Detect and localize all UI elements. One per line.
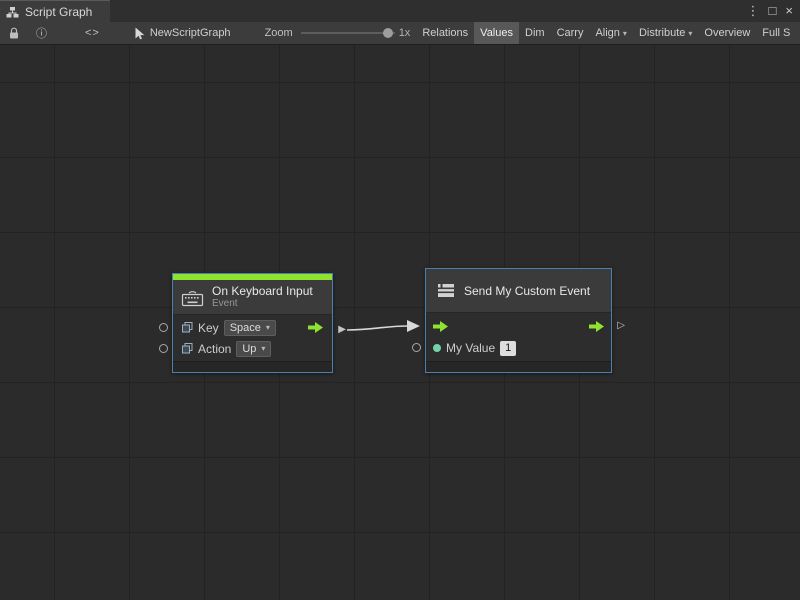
- tab-bar: Script Graph ⋮ □ ×: [0, 0, 800, 22]
- flow-output-arrow-icon[interactable]: [308, 322, 323, 333]
- node-on-keyboard-input[interactable]: On Keyboard Input Event Key Space: [172, 273, 333, 373]
- graph-name-group[interactable]: NewScriptGraph: [134, 27, 231, 40]
- chevron-down-icon: ▾: [688, 29, 692, 38]
- port-row-key: Key Space ▾: [173, 317, 332, 338]
- input-port-circle[interactable]: [159, 323, 168, 332]
- dropdown-value: Space: [230, 322, 261, 334]
- port-label: My Value: [446, 341, 495, 355]
- kebab-menu-icon[interactable]: ⋮: [747, 0, 760, 22]
- toolbar-button-relations[interactable]: Relations: [416, 22, 474, 45]
- button-label: Overview: [704, 27, 750, 39]
- flow-output-arrow-icon[interactable]: [589, 321, 604, 332]
- lock-icon[interactable]: [0, 22, 28, 44]
- zoom-slider[interactable]: [301, 22, 395, 44]
- key-dropdown[interactable]: Space ▾: [224, 320, 276, 336]
- flow-input-arrow-icon[interactable]: [433, 321, 448, 332]
- button-label: Carry: [557, 27, 584, 39]
- toolbar-button-fullscreen[interactable]: Full S: [756, 22, 796, 45]
- flow-row: [426, 315, 611, 337]
- zoom-slider-handle[interactable]: [383, 28, 393, 38]
- info-icon[interactable]: ⓘ: [28, 22, 55, 44]
- maximize-icon[interactable]: □: [769, 0, 777, 22]
- chevron-down-icon: ▾: [261, 344, 265, 353]
- button-label: Align: [595, 27, 619, 39]
- node-body: Key Space ▾: [173, 315, 332, 361]
- port-label: Key: [198, 321, 219, 335]
- script-graph-window: Script Graph ⋮ □ × ⓘ <> NewScriptGraph: [0, 0, 800, 600]
- my-value-input[interactable]: 1: [500, 341, 516, 356]
- value-port-dot[interactable]: [433, 344, 441, 352]
- node-title: On Keyboard Input: [212, 284, 313, 298]
- value-type-icon: [182, 343, 193, 354]
- graph-name: NewScriptGraph: [150, 27, 231, 39]
- node-header[interactable]: Send My Custom Event: [426, 269, 611, 313]
- node-title: Send My Custom Event: [464, 284, 590, 298]
- dropdown-value: Up: [242, 343, 256, 355]
- button-label: Distribute: [639, 27, 685, 39]
- zoom-slider-track: [301, 32, 395, 34]
- flow-output-port[interactable]: ▶: [338, 325, 346, 335]
- close-icon[interactable]: ×: [785, 0, 793, 22]
- toolbar-button-overview[interactable]: Overview: [698, 22, 756, 45]
- toolbar-button-align[interactable]: Align ▾: [589, 22, 632, 45]
- node-body: My Value 1: [426, 313, 611, 361]
- button-label: Full S: [762, 27, 790, 39]
- chevron-down-icon: ▾: [266, 323, 270, 332]
- input-port-circle[interactable]: [159, 344, 168, 353]
- toolbar-button-values[interactable]: Values: [474, 22, 519, 45]
- zoom-label: Zoom: [265, 27, 293, 39]
- toolbar-button-carry[interactable]: Carry: [551, 22, 590, 45]
- action-dropdown[interactable]: Up ▾: [236, 341, 271, 357]
- tab-label: Script Graph: [25, 5, 92, 19]
- input-port-circle[interactable]: [412, 343, 421, 352]
- node-footer: [426, 361, 611, 372]
- node-send-my-custom-event[interactable]: Send My Custom Event My Value 1: [425, 268, 612, 373]
- button-label: Values: [480, 27, 513, 39]
- port-label: Action: [198, 342, 231, 356]
- toolbar-button-distribute[interactable]: Distribute ▾: [633, 22, 698, 45]
- custom-event-icon: [436, 282, 456, 299]
- chevron-down-icon: ▾: [623, 29, 627, 38]
- connection-wire: [0, 45, 800, 600]
- graph-canvas[interactable]: On Keyboard Input Event Key Space: [0, 45, 800, 600]
- graph-icon: [6, 6, 19, 18]
- toolbar-button-dim[interactable]: Dim: [519, 22, 551, 45]
- node-footer: [173, 361, 332, 372]
- keyboard-icon: [181, 288, 204, 307]
- port-row-my-value: My Value 1: [426, 337, 611, 359]
- code-icon[interactable]: <>: [77, 22, 108, 44]
- value-type-icon: [182, 322, 193, 333]
- graph-toolbar: ⓘ <> NewScriptGraph Zoom 1x Relations Va…: [0, 22, 800, 45]
- tab-script-graph[interactable]: Script Graph: [0, 0, 110, 22]
- flow-output-port[interactable]: ▷: [617, 321, 625, 331]
- zoom-value: 1x: [399, 27, 411, 39]
- button-label: Dim: [525, 27, 545, 39]
- cursor-icon: [134, 27, 145, 40]
- button-label: Relations: [422, 27, 468, 39]
- node-subtitle: Event: [212, 298, 313, 310]
- port-row-action: Action Up ▾: [173, 338, 332, 359]
- node-header[interactable]: On Keyboard Input Event: [173, 280, 332, 315]
